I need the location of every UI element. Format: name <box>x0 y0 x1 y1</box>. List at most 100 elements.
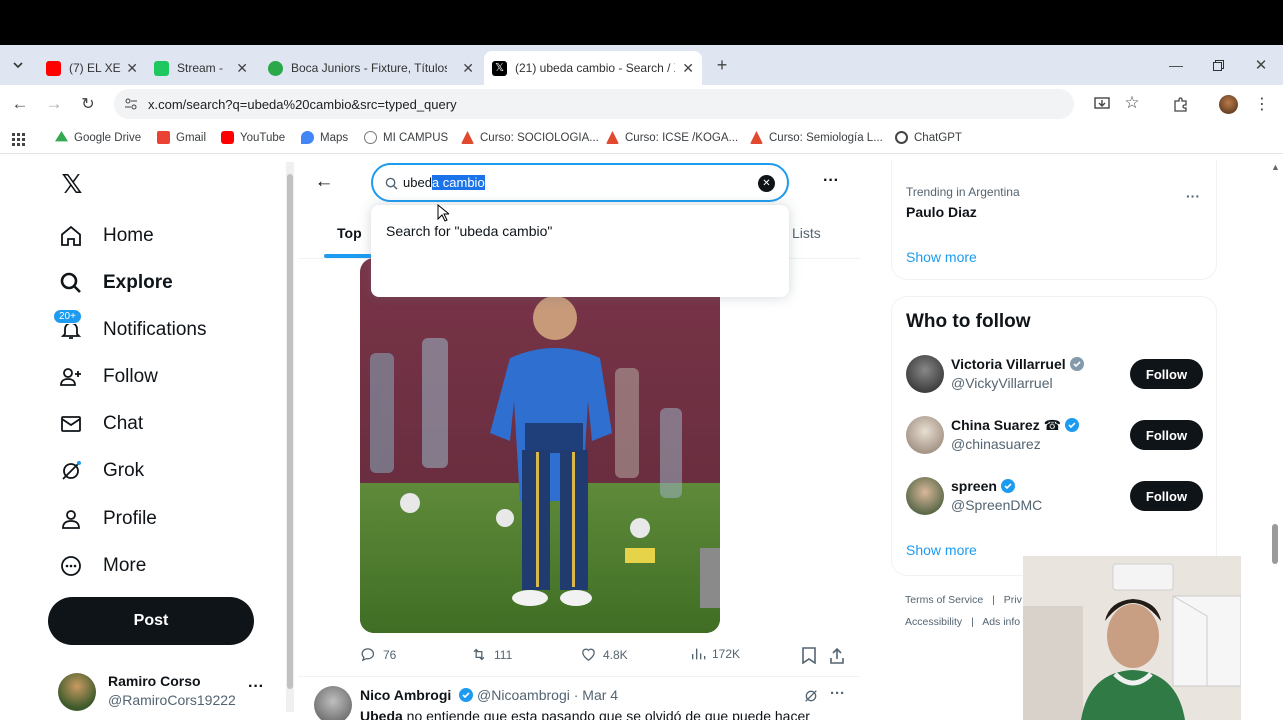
user-name[interactable]: Victoria Villarruel <box>951 356 1066 372</box>
install-app-icon[interactable] <box>1092 94 1112 114</box>
ads-info-link[interactable]: Ads info <box>982 616 1020 628</box>
privacy-link[interactable]: Priv <box>1004 594 1022 606</box>
search-input[interactable]: ubeda cambio ✕ <box>371 163 789 202</box>
tweet-author-avatar[interactable] <box>314 686 352 720</box>
browser-profile-avatar[interactable] <box>1219 95 1238 114</box>
user-handle[interactable]: @chinasuarez <box>951 436 1041 452</box>
forward-arrow-icon[interactable]: → <box>44 94 64 114</box>
nav-explore[interactable]: Explore <box>56 263 173 303</box>
search-query[interactable]: ubeda cambio <box>403 175 485 190</box>
tab-close-icon[interactable]: ✕ <box>462 60 474 77</box>
user-avatar[interactable] <box>906 355 944 393</box>
bookmark-icon[interactable] <box>800 646 818 664</box>
bookmark-star-icon[interactable]: ☆ <box>1122 93 1142 113</box>
verified-badge-icon <box>1000 479 1015 493</box>
follow-show-more[interactable]: Show more <box>906 542 977 558</box>
tab-stream[interactable]: Stream - ✕ <box>146 51 256 85</box>
restore-icon[interactable] <box>1208 55 1228 75</box>
clear-search-icon[interactable]: ✕ <box>758 175 775 192</box>
bookmark-google-drive[interactable]: Google Drive <box>55 131 141 144</box>
back-arrow-icon[interactable]: ← <box>10 94 30 114</box>
tweet-author-handle[interactable]: @Nicoambrogi <box>477 687 570 703</box>
bookmark-curso-icse[interactable]: Curso: ICSE /KOGA... <box>606 131 738 144</box>
like-action[interactable]: 4.8K <box>580 646 628 663</box>
user-name[interactable]: spreen <box>951 478 997 494</box>
nav-chat[interactable]: Chat <box>56 404 143 444</box>
user-handle[interactable]: @VickyVillarruel <box>951 375 1053 391</box>
right-scrollbar-thumb[interactable] <box>1272 524 1278 564</box>
bookmark-youtube[interactable]: YouTube <box>221 131 285 144</box>
tab-x-search[interactable]: 𝕏 (21) ubeda cambio - Search / X ✕ <box>484 51 702 85</box>
follow-button[interactable]: Follow <box>1130 359 1203 389</box>
tweet-more-icon[interactable]: ··· <box>830 685 845 702</box>
trend-topic[interactable]: Paulo Diaz <box>906 204 977 220</box>
next-tweet[interactable]: Nico Ambrogi @Nicoambrogi · Mar 4 Ubeda … <box>298 677 860 720</box>
nav-notifications[interactable]: 20+ Notifications <box>53 309 207 350</box>
browser-menu-icon[interactable]: ⋮ <box>1252 94 1272 114</box>
bookmark-curso-sociologia[interactable]: Curso: SOCIOLOGIA... <box>461 131 599 144</box>
reply-action[interactable]: 76 <box>360 646 396 663</box>
reload-icon[interactable]: ↻ <box>78 94 98 114</box>
search-more-icon[interactable]: ··· <box>823 172 839 190</box>
terms-link[interactable]: Terms of Service <box>905 594 983 606</box>
tab-boca[interactable]: Boca Juniors - Fixture, Títulos y ✕ <box>260 51 482 85</box>
new-tab-icon[interactable]: + <box>712 55 732 75</box>
follow-button[interactable]: Follow <box>1130 481 1203 511</box>
scroll-up-icon[interactable]: ▲ <box>1271 162 1280 172</box>
tab-top[interactable]: Top <box>337 225 362 241</box>
bookmark-curso-semiologia[interactable]: Curso: Semiología L... <box>750 131 883 144</box>
back-arrow-icon[interactable]: ← <box>314 171 334 192</box>
tweet-media-image[interactable] <box>360 258 720 633</box>
grok-icon <box>56 456 86 486</box>
extensions-puzzle-icon[interactable] <box>1170 94 1190 114</box>
user-handle[interactable]: @SpreenDMC <box>951 497 1042 513</box>
x-logo-icon[interactable]: 𝕏 <box>58 169 86 199</box>
tab-close-icon[interactable]: ✕ <box>682 60 694 77</box>
nav-more[interactable]: More <box>56 546 146 586</box>
user-avatar[interactable] <box>906 477 944 515</box>
user-avatar[interactable] <box>906 416 944 454</box>
grok-tweet-icon[interactable] <box>802 687 820 705</box>
site-settings-icon[interactable] <box>123 96 139 112</box>
tab-lists[interactable]: Lists <box>792 225 821 241</box>
nav-follow[interactable]: Follow <box>56 357 158 397</box>
apps-grid-icon[interactable] <box>10 131 26 147</box>
search-suggestion-item[interactable]: Search for "ubeda cambio" <box>386 223 552 239</box>
follow-button[interactable]: Follow <box>1130 420 1203 450</box>
tweet-author-name[interactable]: Nico Ambrogi <box>360 687 451 703</box>
repost-action[interactable]: 111 <box>470 646 512 663</box>
search-query-selection: a cambio <box>431 175 485 190</box>
bookmark-gmail[interactable]: Gmail <box>157 131 206 144</box>
right-scrollbar[interactable]: ▲ <box>1270 162 1280 720</box>
omnibox[interactable]: x.com/search?q=ubeda%20cambio&src=typed_… <box>114 89 1074 119</box>
nav-home[interactable]: Home <box>56 216 154 256</box>
tab-search-chevron-icon[interactable] <box>10 57 26 73</box>
bookmark-maps[interactable]: Maps <box>301 131 348 144</box>
trend-more-icon[interactable]: ··· <box>1186 188 1200 204</box>
url-text[interactable]: x.com/search?q=ubeda%20cambio&src=typed_… <box>148 97 457 112</box>
account-switcher[interactable]: Ramiro Corso @RamiroCors19222 ··· <box>58 672 268 712</box>
tweet-date[interactable]: · Mar 4 <box>574 687 618 703</box>
left-scrollbar-thumb[interactable] <box>287 174 293 689</box>
account-more-icon[interactable]: ··· <box>248 678 264 696</box>
bookmark-chatgpt[interactable]: ChatGPT <box>895 131 962 144</box>
minimize-icon[interactable]: — <box>1166 55 1186 75</box>
tab-title: Boca Juniors - Fixture, Títulos y <box>291 61 447 75</box>
views-action[interactable]: 172K <box>690 646 740 662</box>
trending-show-more[interactable]: Show more <box>906 249 977 265</box>
nav-profile[interactable]: Profile <box>56 499 157 539</box>
nav-grok[interactable]: Grok <box>56 451 144 491</box>
bookmark-mi-campus[interactable]: MI CAMPUS <box>364 131 448 144</box>
tab-youtube[interactable]: (7) EL XE ✕ <box>38 51 146 85</box>
like-count: 4.8K <box>603 647 628 662</box>
nav-label: Explore <box>103 272 173 293</box>
share-icon[interactable] <box>828 646 846 664</box>
user-name[interactable]: China Suarez <box>951 417 1040 433</box>
tab-close-icon[interactable]: ✕ <box>236 60 248 77</box>
left-scrollbar[interactable] <box>286 162 294 712</box>
post-button[interactable]: Post <box>48 597 254 645</box>
accessibility-link[interactable]: Accessibility <box>905 616 962 628</box>
more-circle-icon <box>56 551 86 581</box>
close-window-icon[interactable]: ✕ <box>1251 55 1271 75</box>
tab-close-icon[interactable]: ✕ <box>126 60 138 77</box>
